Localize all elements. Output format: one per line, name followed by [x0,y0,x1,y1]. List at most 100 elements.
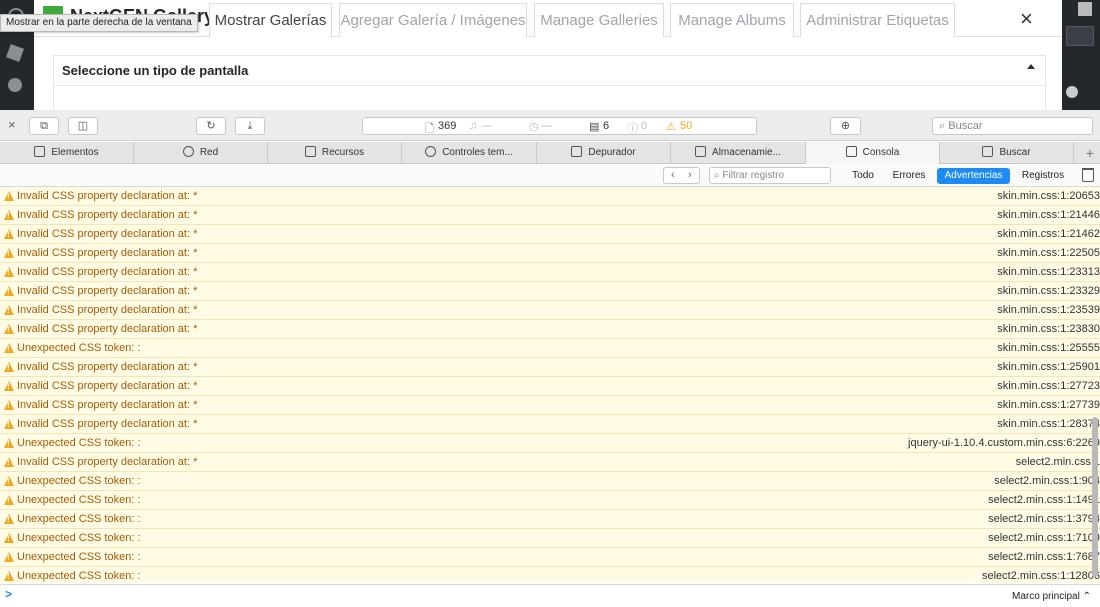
console-message-source[interactable]: jquery-ui-1.10.4.custom.min.css:6:2269 [908,434,1100,452]
scope-registros[interactable]: Registros [1015,168,1071,184]
add-tab-button[interactable]: + [1080,142,1100,164]
close-icon[interactable]: × [1020,6,1033,32]
tab-controles[interactable]: Controles tem... [402,142,537,164]
chevron-right-icon[interactable]: › [688,168,692,183]
console-prompt[interactable]: > Marco principal ⌃ [0,584,1100,607]
console-message-row[interactable]: Invalid CSS property declaration at: * sk… [0,358,1100,377]
dock-side-button[interactable]: ◫ [68,117,98,135]
resources-count: 369 [438,120,457,132]
console-message-source[interactable]: skin.min.css:1:21446 [997,206,1100,224]
console-message-source[interactable]: skin.min.css:1:23313 [997,263,1100,281]
scrollbar-thumb[interactable] [1092,417,1098,577]
console-message-source[interactable]: skin.min.css:1:28374 [997,415,1100,433]
close-icon[interactable]: × [8,117,16,132]
inspect-button[interactable]: ⊕ [830,117,861,135]
scope-errores[interactable]: Errores [887,168,931,184]
console-message-row[interactable]: Unexpected CSS token: : select2.min.css:1… [0,472,1100,491]
console-message-source[interactable]: skin.min.css:1:25901 [997,358,1100,376]
console-message-row[interactable]: Invalid CSS property declaration at: * sk… [0,263,1100,282]
console-message-row[interactable]: Invalid CSS property declaration at: * sk… [0,244,1100,263]
tab-label: Controles tem... [442,147,513,158]
console-message-source[interactable]: skin.min.css:1:20653 [997,187,1100,205]
chevron-left-icon[interactable]: ‹ [671,168,675,183]
console-message-source[interactable]: skin.min.css:1:27723 [997,377,1100,395]
trash-icon[interactable] [1082,168,1094,182]
console-message-row[interactable]: Unexpected CSS token: : select2.min.css:1… [0,567,1100,583]
console-message-row[interactable]: Unexpected CSS token: : jquery-ui-1.10.4.… [0,434,1100,453]
console-message-row[interactable]: Invalid CSS property declaration at: * se… [0,453,1100,472]
console-message-row[interactable]: Invalid CSS property declaration at: * sk… [0,225,1100,244]
tab-administrar-etiquetas[interactable]: Administrar Etiquetas [800,3,955,37]
console-message-row[interactable]: Unexpected CSS token: : skin.min.css:1:25… [0,339,1100,358]
tab-almacenamiento[interactable]: Almacenamie... [671,142,806,164]
filter-input[interactable]: ⌕ Filtrar registro [709,167,831,184]
tab-consola[interactable]: Consola [806,142,940,164]
tab-elementos[interactable]: Elementos [0,142,134,164]
storage-icon [695,146,707,157]
console-message-row[interactable]: Unexpected CSS token: : select2.min.css:1… [0,491,1100,510]
console-message-row[interactable]: Unexpected CSS token: : select2.min.css:1… [0,548,1100,567]
console-message-source[interactable]: select2.min.css:1:3794 [988,510,1100,528]
console-message-row[interactable]: Invalid CSS property declaration at: * sk… [0,282,1100,301]
tab-manage-galleries[interactable]: Manage Galleries [534,3,664,37]
console-message-source[interactable]: skin.min.css:1:23539 [997,301,1100,319]
console-message-row[interactable]: Invalid CSS property declaration at: * sk… [0,206,1100,225]
console-message-source[interactable]: select2.min.css:1:7109 [988,529,1100,547]
tab-red[interactable]: Red [134,142,268,164]
error-icon: ⓘ [627,123,638,135]
console-message-row[interactable]: Invalid CSS property declaration at: * sk… [0,187,1100,206]
tab-manage-albums[interactable]: Manage Albums [670,3,794,37]
devtools-search-input[interactable]: ⌕ Buscar [932,117,1093,135]
warning-icon [4,514,14,524]
console-message-source[interactable]: skin.min.css:1:21462 [997,225,1100,243]
console-message-source[interactable]: skin.min.css:1:23329 [997,282,1100,300]
panel-header[interactable]: Seleccione un tipo de pantalla [54,56,1045,86]
console-message-source[interactable]: skin.min.css:1:23830 [997,320,1100,338]
search-placeholder: Buscar [948,120,983,132]
message-nav[interactable]: ‹ › [663,167,700,184]
display-type-panel: Seleccione un tipo de pantalla [53,55,1046,110]
console-message-row[interactable]: Invalid CSS property declaration at: * sk… [0,396,1100,415]
console-message-source[interactable]: skin.min.css:1:22505 [997,244,1100,262]
warning-icon [4,305,14,315]
console-message-source[interactable]: skin.min.css:1:27739 [997,396,1100,414]
console-message-row[interactable]: Unexpected CSS token: : select2.min.css:1… [0,510,1100,529]
tab-buscar[interactable]: Buscar [940,142,1074,164]
caret-up-icon[interactable] [1027,64,1035,69]
console-message-row[interactable]: Invalid CSS property declaration at: * sk… [0,320,1100,339]
dock-mode-button[interactable]: ⧉ [29,117,59,135]
split-icon: ◫ [77,120,89,132]
scope-todo[interactable]: Todo [843,168,883,184]
scrollbar[interactable] [1091,187,1099,583]
reload-button[interactable]: ↻ [196,117,226,135]
console-message-row[interactable]: Unexpected CSS token: : select2.min.css:1… [0,529,1100,548]
activity-summary[interactable]: 🗋 369 ♫ — ◷ — ▤ 6 ⓘ 0 ⚠ 50 [362,117,757,135]
download-button[interactable]: ⤓ [235,117,265,135]
warning-icon [4,191,14,201]
menu-icon[interactable] [6,44,24,62]
menu-icon[interactable] [8,78,22,92]
console-message-source[interactable]: select2.min.css:1:12806 [982,567,1100,583]
console-message-text: Unexpected CSS token: : [17,342,141,354]
tab-depurador[interactable]: Depurador [537,142,671,164]
help-icon[interactable] [1066,86,1078,98]
scope-advertencias[interactable]: Advertencias [937,168,1010,184]
console-message-source[interactable]: skin.min.css:1:25555 [997,339,1100,357]
tab-recursos[interactable]: Recursos [268,142,402,164]
tab-agregar-galeria[interactable]: Agregar Galería / Imágenes [339,3,527,37]
console-message-row[interactable]: Invalid CSS property declaration at: * sk… [0,415,1100,434]
time-dash: — [541,120,552,132]
console-message-source[interactable]: select2.min.css:1:904 [994,472,1100,490]
console-message-source[interactable]: select2.min.css:1:7687 [988,548,1100,566]
screen-options-button[interactable] [1066,26,1094,46]
crosshair-icon: ⊕ [840,120,851,132]
warning-icon [4,419,14,429]
avatar[interactable] [1078,2,1092,16]
console-message-row[interactable]: Invalid CSS property declaration at: * sk… [0,301,1100,320]
console-message-source[interactable]: select2.min.css:1:1491 [988,491,1100,509]
tab-mostrar-galerias[interactable]: Mostrar Galerías [209,3,332,38]
frame-selector[interactable]: Marco principal ⌃ [1012,591,1091,602]
console-message-row[interactable]: Invalid CSS property declaration at: * sk… [0,377,1100,396]
console-message-text: Unexpected CSS token: : [17,475,141,487]
console-message-source[interactable]: select2.min.css:1 [1016,453,1100,471]
